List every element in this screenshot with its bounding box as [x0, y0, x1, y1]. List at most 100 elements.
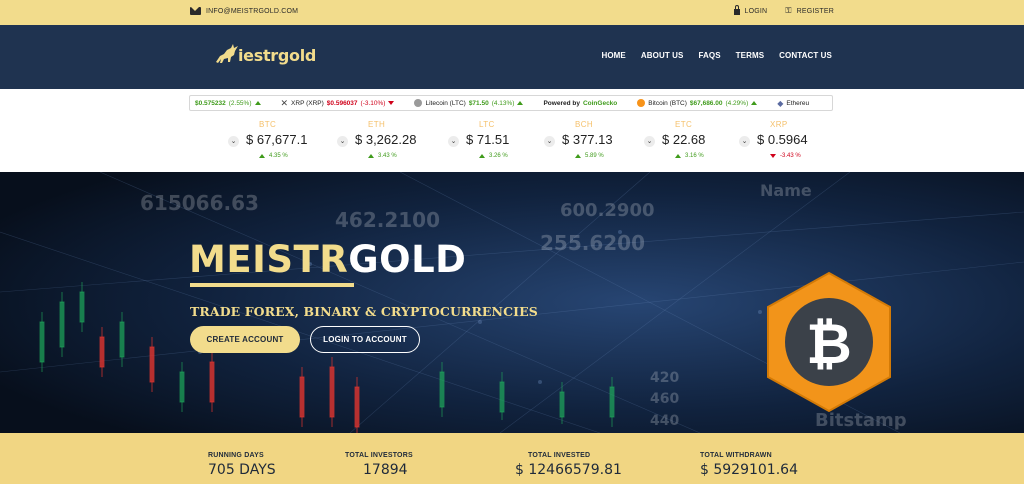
chevron-down-icon[interactable]: ⌄: [448, 136, 459, 147]
coin-price: $ 0.5964: [757, 132, 808, 147]
coin-symbol: LTC: [479, 120, 495, 129]
ticker-item[interactable]: Bitcoin (BTC) $67,686.00 (4.29%): [637, 99, 758, 107]
login-to-account-button[interactable]: LOGIN TO ACCOUNT: [310, 326, 420, 353]
create-account-button[interactable]: CREATE ACCOUNT: [190, 326, 300, 353]
nav-home[interactable]: HOME: [601, 51, 625, 60]
price-card-xrp[interactable]: XRP ⌄ $ 0.5964 -3.43 %: [739, 117, 829, 167]
coin-change: 4.35 %: [259, 153, 288, 159]
up-arrow-icon: [259, 154, 265, 158]
ticker-item[interactable]: ◆ Ethereu: [777, 99, 809, 108]
site-logo[interactable]: iestrgold: [214, 42, 316, 68]
stat-label: TOTAL INVESTORS: [345, 452, 413, 459]
nav-faqs[interactable]: FAQS: [698, 51, 720, 60]
chevron-down-icon[interactable]: ⌄: [544, 136, 555, 147]
powered-by-label: Powered by: [543, 99, 580, 107]
stat-value: $ 12466579.81: [515, 462, 622, 478]
nav-contact-us[interactable]: CONTACT US: [779, 51, 832, 60]
coin-symbol: ETC: [675, 120, 693, 129]
envelope-icon: [190, 7, 201, 15]
powered-by[interactable]: Powered by CoinGecko: [543, 100, 617, 107]
stat-value: $ 5929101.64: [700, 462, 798, 478]
contact-email[interactable]: INFO@MEISTRGOLD.COM: [190, 7, 298, 15]
hero-section: 615066.63 462.2100 255.6200 600.2900 460…: [0, 172, 1024, 433]
coin-change: -3.43 %: [770, 153, 801, 159]
ticker-price: $67,686.00: [689, 99, 723, 107]
login-label: LOGIN: [744, 7, 768, 15]
hero-subtitle: TRADE FOREX, BINARY & CRYPTOCURRENCIES: [190, 304, 538, 319]
up-arrow-icon: [751, 101, 758, 105]
coin-symbol: ETH: [368, 120, 386, 129]
coin-change: 3.43 %: [368, 153, 397, 159]
chevron-down-icon[interactable]: ⌄: [739, 136, 750, 147]
login-link[interactable]: LOGIN: [733, 5, 768, 15]
stat-running-days: RUNNING DAYS 705 DAYS: [208, 452, 276, 478]
coin-price: $ 377.13: [562, 132, 613, 147]
register-link[interactable]: ⚿ REGISTER: [785, 7, 834, 15]
ethereum-icon: ◆: [777, 98, 784, 108]
ticker-coin-name: Litecoin (LTC): [425, 99, 466, 107]
xrp-icon: ✕: [280, 97, 289, 108]
ticker-price: $71.50: [468, 99, 489, 107]
coin-change: 3.26 %: [479, 153, 508, 159]
nav-about-us[interactable]: ABOUT US: [641, 51, 684, 60]
up-arrow-icon: [575, 154, 581, 158]
bg-number: 615066.63: [140, 191, 259, 215]
ticker-item[interactable]: Litecoin (LTC) $71.50 (4.13%): [414, 99, 524, 107]
bg-number: 255.6200: [540, 231, 645, 255]
ticker-change: (2.55%): [228, 99, 252, 107]
down-arrow-icon: [770, 154, 776, 158]
coin-change-value: 3.16 %: [685, 153, 704, 159]
price-card-etc[interactable]: ETC ⌄ $ 22.68 3.16 %: [644, 117, 734, 167]
coin-symbol: BTC: [259, 120, 277, 129]
crypto-ticker: $0.575232 (2.55%) ✕ XRP (XRP) $0.596037 …: [189, 95, 833, 111]
coin-change-value: 3.26 %: [489, 153, 508, 159]
stat-label: TOTAL WITHDRAWN: [700, 452, 772, 459]
coin-symbol: XRP: [770, 120, 788, 129]
coin-price: $ 3,262.28: [355, 132, 417, 147]
stat-total-invested: TOTAL INVESTED $ 12466579.81: [515, 452, 622, 478]
chevron-down-icon[interactable]: ⌄: [644, 136, 655, 147]
logo-text: iestrgold: [238, 45, 317, 65]
chevron-down-icon[interactable]: ⌄: [228, 136, 239, 147]
bg-number: Name: [760, 181, 812, 200]
chevron-down-icon[interactable]: ⌄: [337, 136, 348, 147]
bg-number: Bitstamp: [815, 410, 907, 431]
main-navbar: iestrgold HOME ABOUT US FAQS TERMS CONTA…: [0, 25, 1024, 89]
lock-icon: [733, 5, 740, 15]
bg-number: 420: [650, 370, 679, 386]
stat-total-investors: TOTAL INVESTORS 17894: [345, 452, 413, 478]
stat-value: 705 DAYS: [208, 462, 276, 478]
up-arrow-icon: [675, 154, 681, 158]
ticker-coin-name: XRP (XRP): [291, 99, 324, 107]
price-card-btc[interactable]: BTC ⌄ $ 67,677.1 4.35 %: [228, 117, 318, 167]
up-arrow-icon: [368, 154, 374, 158]
coin-change-value: -3.43 %: [780, 153, 801, 159]
ticker-item[interactable]: $0.575232 (2.55%): [195, 100, 261, 107]
key-icon: ⚿: [785, 6, 792, 15]
down-arrow-icon: [388, 101, 395, 105]
ticker-coin-name: Ethereu: [786, 99, 810, 107]
litecoin-icon: [414, 99, 423, 107]
nav-menu: HOME ABOUT US FAQS TERMS CONTACT US: [601, 51, 832, 60]
price-card-eth[interactable]: ETH ⌄ $ 3,262.28 3.43 %: [337, 117, 427, 167]
price-card-ltc[interactable]: LTC ⌄ $ 71.51 3.26 %: [448, 117, 538, 167]
stat-value: 17894: [363, 462, 408, 478]
coin-price: $ 22.68: [662, 132, 706, 147]
up-arrow-icon: [254, 101, 261, 105]
ticker-change: (4.29%): [725, 99, 749, 107]
coin-price: $ 67,677.1: [246, 132, 308, 147]
stat-label: RUNNING DAYS: [208, 452, 264, 459]
title-underline: [190, 283, 354, 287]
nav-terms[interactable]: TERMS: [736, 51, 765, 60]
ticker-item[interactable]: ✕ XRP (XRP) $0.596037 (-3.10%): [281, 98, 395, 109]
bg-number: 440: [650, 413, 679, 429]
coin-change-value: 3.43 %: [378, 153, 397, 159]
hero-title: MEISTRGOLD: [189, 238, 466, 281]
bg-number: 600.2900: [560, 200, 655, 221]
coin-change: 5.89 %: [575, 153, 604, 159]
hero-title-part2: GOLD: [348, 238, 467, 281]
up-arrow-icon: [517, 101, 524, 105]
ticker-change: (4.13%): [491, 99, 515, 107]
price-card-bch[interactable]: BCH ⌄ $ 377.13 5.89 %: [544, 117, 634, 167]
price-strip: BTC ⌄ $ 67,677.1 4.35 % ETH ⌄ $ 3,262.28…: [228, 117, 818, 167]
